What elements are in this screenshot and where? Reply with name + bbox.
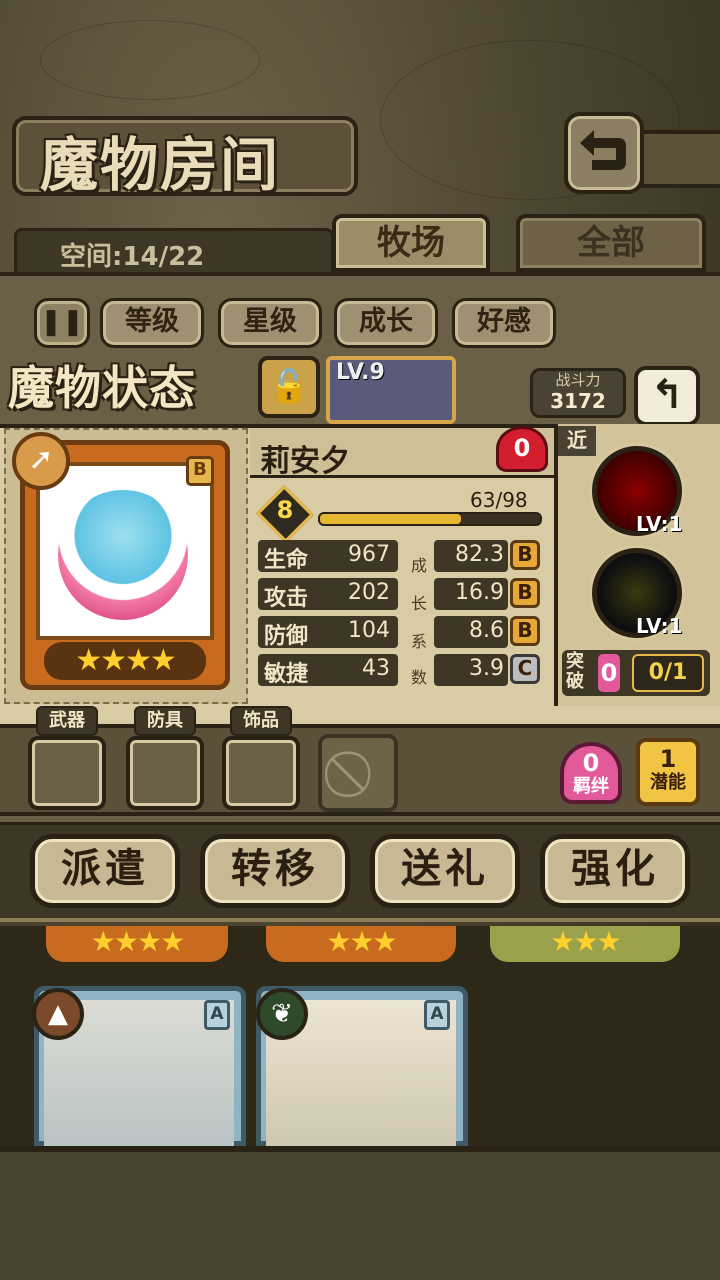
stat-def-label: 防御 [264, 624, 309, 649]
exp-bar-fill [320, 514, 461, 524]
stat-def-value: 104 [348, 618, 390, 643]
potential-label: 潜能 [650, 772, 686, 793]
accessory-slot-label: 饰品 [230, 706, 292, 736]
list-card-rank: A [204, 1000, 230, 1030]
skill-2-level: LV:1 [636, 614, 683, 638]
monster-image [58, 490, 188, 620]
bottom-frame [0, 1146, 720, 1280]
back-arrow-icon: ↰ [650, 372, 684, 418]
stat-atk-label: 攻击 [264, 586, 309, 611]
exp-text: 63/98 [470, 488, 528, 512]
stat-atk-value: 202 [348, 580, 390, 605]
star-rating: ★★★★ [44, 642, 206, 680]
breakthrough-label: 突破 [566, 651, 584, 692]
breakthrough-count: 0 [598, 654, 620, 692]
locked-slot: ⃠ [318, 734, 398, 812]
tab-all[interactable]: 全部 [516, 214, 706, 272]
accessory-slot[interactable] [222, 736, 300, 810]
skill-1-level: LV:1 [636, 512, 683, 536]
list-card-stars: ★★★ [490, 926, 680, 962]
transfer-button[interactable]: 转移 [200, 834, 350, 908]
stat-hp-value: 967 [348, 542, 390, 567]
bond-button[interactable]: 0 羁绊 [560, 742, 622, 804]
padlock-icon: 🔓 [269, 367, 309, 405]
filter-level[interactable]: 等级 [100, 298, 204, 348]
stat-hp-label: 生命 [264, 548, 309, 573]
list-card-rank: A [424, 1000, 450, 1030]
stat-agi-value: 43 [362, 656, 390, 681]
enhance-button[interactable]: 强化 [540, 834, 690, 908]
dispatch-button[interactable]: 派遣 [30, 834, 180, 908]
power-label: 战斗力 [555, 371, 601, 389]
rank-badge: B [186, 456, 214, 486]
potential-count: 1 [659, 745, 677, 773]
growth-caption-char: 长 [410, 594, 427, 613]
growth-caption-char: 系 [410, 632, 427, 651]
armor-slot-label: 防具 [134, 706, 196, 736]
range-tag: 近 [558, 426, 596, 456]
affection-value: 0 [513, 434, 531, 462]
monster-name: 莉安夕 [260, 444, 350, 479]
growth-hp-value: 82.3 [455, 542, 504, 567]
growth-caption-char: 成 [410, 556, 427, 575]
bond-count: 0 [582, 749, 600, 777]
gift-button[interactable]: 送礼 [370, 834, 520, 908]
growth-agi-value: 3.9 [469, 656, 504, 681]
stat-agi-label: 敏捷 [264, 662, 309, 687]
level-value: 8 [276, 496, 294, 524]
list-card-stars: ★★★ [266, 926, 456, 962]
return-icon [580, 130, 626, 170]
filter-growth[interactable]: 成长 [334, 298, 438, 348]
header-right-bar [640, 130, 720, 188]
filter-affection[interactable]: 好感 [452, 298, 556, 348]
growth-hp-grade: B [510, 540, 540, 570]
growth-caption-char: 数 [410, 668, 427, 687]
page-title: 魔物房间 [40, 131, 281, 199]
potential-button[interactable]: 1 潜能 [636, 738, 700, 806]
filter-stars[interactable]: 星级 [218, 298, 322, 348]
weapon-slot-label: 武器 [36, 706, 98, 736]
list-card-stars: ★★★★ [46, 926, 228, 962]
power-box: 战斗力 3172 [530, 368, 626, 418]
attack-type-icon: ➚ [12, 432, 70, 490]
affection-heart-icon: 0 [496, 426, 548, 472]
growth-atk-grade: B [510, 578, 540, 608]
exit-button[interactable] [564, 112, 644, 194]
sort-order-button[interactable]: ❚❚ [34, 298, 90, 348]
breakthrough-button[interactable]: 0/1 [632, 654, 704, 692]
back-button[interactable]: ↰ [634, 366, 700, 426]
mountain-icon: ▲ [32, 988, 84, 1040]
space-counter: 空间:14/22 [60, 242, 205, 272]
growth-atk-value: 16.9 [455, 580, 504, 605]
weapon-slot[interactable] [28, 736, 106, 810]
growth-def-grade: B [510, 616, 540, 646]
bond-label: 羁绊 [573, 776, 609, 797]
armor-slot[interactable] [126, 736, 204, 810]
power-value: 3172 [550, 389, 606, 413]
map-contour [40, 20, 260, 100]
lock-button[interactable]: 🔓 [258, 356, 320, 418]
status-title: 魔物状态 [8, 361, 196, 415]
growth-agi-grade: C [510, 654, 540, 684]
tab-ranch[interactable]: 牧场 [332, 214, 490, 272]
pause-icon: ❚❚ [40, 307, 84, 337]
background-card-level: LV.9 [336, 360, 385, 385]
growth-def-value: 8.6 [469, 618, 504, 643]
leaf-icon: ❦ [256, 988, 308, 1040]
